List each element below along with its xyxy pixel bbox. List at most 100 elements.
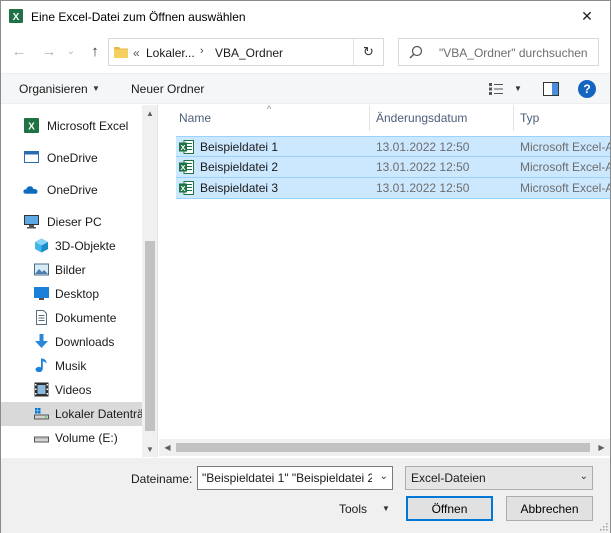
tools-button[interactable]: Tools <box>339 502 367 516</box>
sidebar-item-label: OneDrive <box>47 183 98 197</box>
onedrive-cloud-icon <box>23 186 38 194</box>
sidebar-item-label: Bilder <box>55 263 86 277</box>
back-button[interactable]: ← <box>9 41 29 61</box>
column-divider[interactable] <box>513 105 514 131</box>
excel-file-icon: X <box>179 181 194 195</box>
breadcrumb-separator[interactable]: › <box>200 45 204 57</box>
sidebar-item-local-disk[interactable]: Lokaler Datenträ <box>1 402 144 426</box>
drive-icon <box>34 436 49 443</box>
filename-input[interactable]: "Beispieldatei 1" "Beispieldatei 2" "B ⌄ <box>197 466 393 490</box>
scroll-thumb[interactable] <box>145 241 155 431</box>
excel-file-icon: X <box>179 140 194 154</box>
svg-text:X: X <box>13 12 20 23</box>
sidebar-item-downloads[interactable]: Downloads <box>1 330 142 354</box>
breadcrumb-overflow[interactable]: « <box>133 46 140 60</box>
breadcrumb-local-disk[interactable]: Lokaler... <box>146 46 195 60</box>
file-type: Microsoft Excel-A <box>520 160 610 174</box>
address-bar[interactable]: « Lokaler... › VBA_Ordner ↻ <box>108 38 384 66</box>
sidebar-item-label: OneDrive <box>47 151 98 165</box>
window-title: Eine Excel-Datei zum Öffnen auswählen <box>31 10 246 24</box>
file-list-horizontal-scrollbar[interactable]: ◀ ▶ <box>159 439 610 456</box>
chevron-down-icon: ⌄ <box>579 471 588 482</box>
navigation-pane: X Microsoft Excel OneDrive OneDrive Dies… <box>1 105 158 457</box>
view-dropdown-icon[interactable]: ▼ <box>514 84 522 93</box>
file-name: Beispieldatei 3 <box>200 181 279 195</box>
file-list-pane: ^ Name Änderungsdatum Typ X Beispieldate… <box>159 105 610 457</box>
sidebar-item-label: Dokumente <box>55 311 117 325</box>
sidebar-item-label: Videos <box>55 383 92 397</box>
refresh-button[interactable]: ↻ <box>353 39 383 65</box>
filetype-select[interactable]: Excel-Dateien ⌄ <box>405 466 593 490</box>
open-button[interactable]: Öffnen <box>406 496 493 521</box>
search-box[interactable]: "VBA_Ordner" durchsuchen <box>398 38 599 66</box>
sidebar-item-videos[interactable]: Videos <box>1 378 142 402</box>
new-folder-button[interactable]: Neuer Ordner <box>131 82 204 96</box>
filetype-value: Excel-Dateien <box>411 471 486 485</box>
title-bar: X Eine Excel-Datei zum Öffnen auswählen … <box>1 1 610 32</box>
sidebar-item-label: Desktop <box>55 287 100 301</box>
help-icon[interactable]: ? <box>578 80 596 98</box>
downloads-icon <box>35 334 48 348</box>
sidebar-item-3d-objects[interactable]: 3D-Objekte <box>1 234 142 258</box>
organize-menu-button[interactable]: Organisieren <box>19 82 88 96</box>
column-header-name[interactable]: Name <box>179 105 211 131</box>
sidebar-item-documents[interactable]: Dokumente <box>1 306 142 330</box>
file-type: Microsoft Excel-A <box>520 181 610 195</box>
sidebar-item-this-pc[interactable]: Dieser PC <box>1 210 142 234</box>
filename-label: Dateiname: <box>131 472 193 486</box>
column-divider[interactable] <box>369 105 370 131</box>
cancel-button[interactable]: Abbrechen <box>506 496 593 521</box>
sidebar-item-label: Downloads <box>55 335 115 349</box>
close-icon: ✕ <box>581 8 593 24</box>
resize-grip-icon[interactable] <box>598 521 608 531</box>
navigation-vertical-scrollbar[interactable]: ▲ ▼ <box>142 105 157 457</box>
sidebar-item-label: Dieser PC <box>47 215 102 229</box>
file-row[interactable]: X Beispieldatei 2 13.01.2022 12:50 Micro… <box>176 157 610 178</box>
file-open-dialog: X Eine Excel-Datei zum Öffnen auswählen … <box>0 0 611 533</box>
scroll-right-button[interactable]: ▶ <box>593 439 610 456</box>
navigation-bar: ← → ⌄ ↑ « Lokaler... › VBA_Ordner ↻ "VBA… <box>1 35 610 69</box>
scroll-thumb[interactable] <box>176 443 590 452</box>
pictures-icon <box>34 263 49 276</box>
scroll-up-button[interactable]: ▲ <box>142 105 157 121</box>
refresh-icon: ↻ <box>363 44 374 59</box>
view-options-icon[interactable] <box>489 83 505 95</box>
file-row[interactable]: X Beispieldatei 3 13.01.2022 12:50 Micro… <box>176 178 610 199</box>
caret-down-icon: ▼ <box>92 84 100 93</box>
sidebar-item-volume-e[interactable]: Volume (E:) <box>1 426 142 450</box>
up-button[interactable]: ↑ <box>85 41 105 61</box>
filename-value: "Beispieldatei 1" "Beispieldatei 2" "B <box>202 471 372 485</box>
music-icon <box>35 358 47 373</box>
chevron-down-icon[interactable]: ⌄ <box>380 471 388 482</box>
sidebar-item-onedrive-personal[interactable]: OneDrive <box>1 146 142 170</box>
search-icon <box>409 45 423 59</box>
sidebar-item-desktop[interactable]: Desktop <box>1 282 142 306</box>
sidebar-item-label: 3D-Objekte <box>55 239 116 253</box>
sidebar-item-microsoft-excel[interactable]: X Microsoft Excel <box>1 114 142 138</box>
file-row[interactable]: X Beispieldatei 1 13.01.2022 12:50 Micro… <box>176 136 610 157</box>
close-button[interactable]: ✕ <box>564 1 610 32</box>
sidebar-item-pictures[interactable]: Bilder <box>1 258 142 282</box>
file-name: Beispieldatei 2 <box>200 160 279 174</box>
breadcrumb-vba-ordner[interactable]: VBA_Ordner <box>215 46 283 60</box>
desktop-icon <box>34 287 49 300</box>
sidebar-item-label: Musik <box>55 359 87 373</box>
sidebar-item-label: Lokaler Datenträ <box>55 407 144 421</box>
excel-app-icon: X <box>9 9 23 23</box>
svg-text:X: X <box>180 143 185 152</box>
file-date: 13.01.2022 12:50 <box>376 140 470 154</box>
column-header-type[interactable]: Typ <box>520 105 539 131</box>
caret-down-icon: ▼ <box>382 504 390 513</box>
search-placeholder: "VBA_Ordner" durchsuchen <box>439 46 588 60</box>
scroll-left-button[interactable]: ◀ <box>159 439 176 456</box>
recent-locations-button[interactable]: ⌄ <box>61 41 81 61</box>
file-type: Microsoft Excel-A <box>520 140 610 154</box>
sidebar-item-onedrive[interactable]: OneDrive <box>1 178 142 202</box>
scroll-down-button[interactable]: ▼ <box>142 441 157 457</box>
sidebar-item-music[interactable]: Musik <box>1 354 142 378</box>
forward-button[interactable]: → <box>39 41 59 61</box>
preview-pane-icon[interactable] <box>543 82 559 96</box>
column-header-date[interactable]: Änderungsdatum <box>376 105 467 131</box>
file-date: 13.01.2022 12:50 <box>376 160 470 174</box>
pc-icon <box>24 215 39 229</box>
